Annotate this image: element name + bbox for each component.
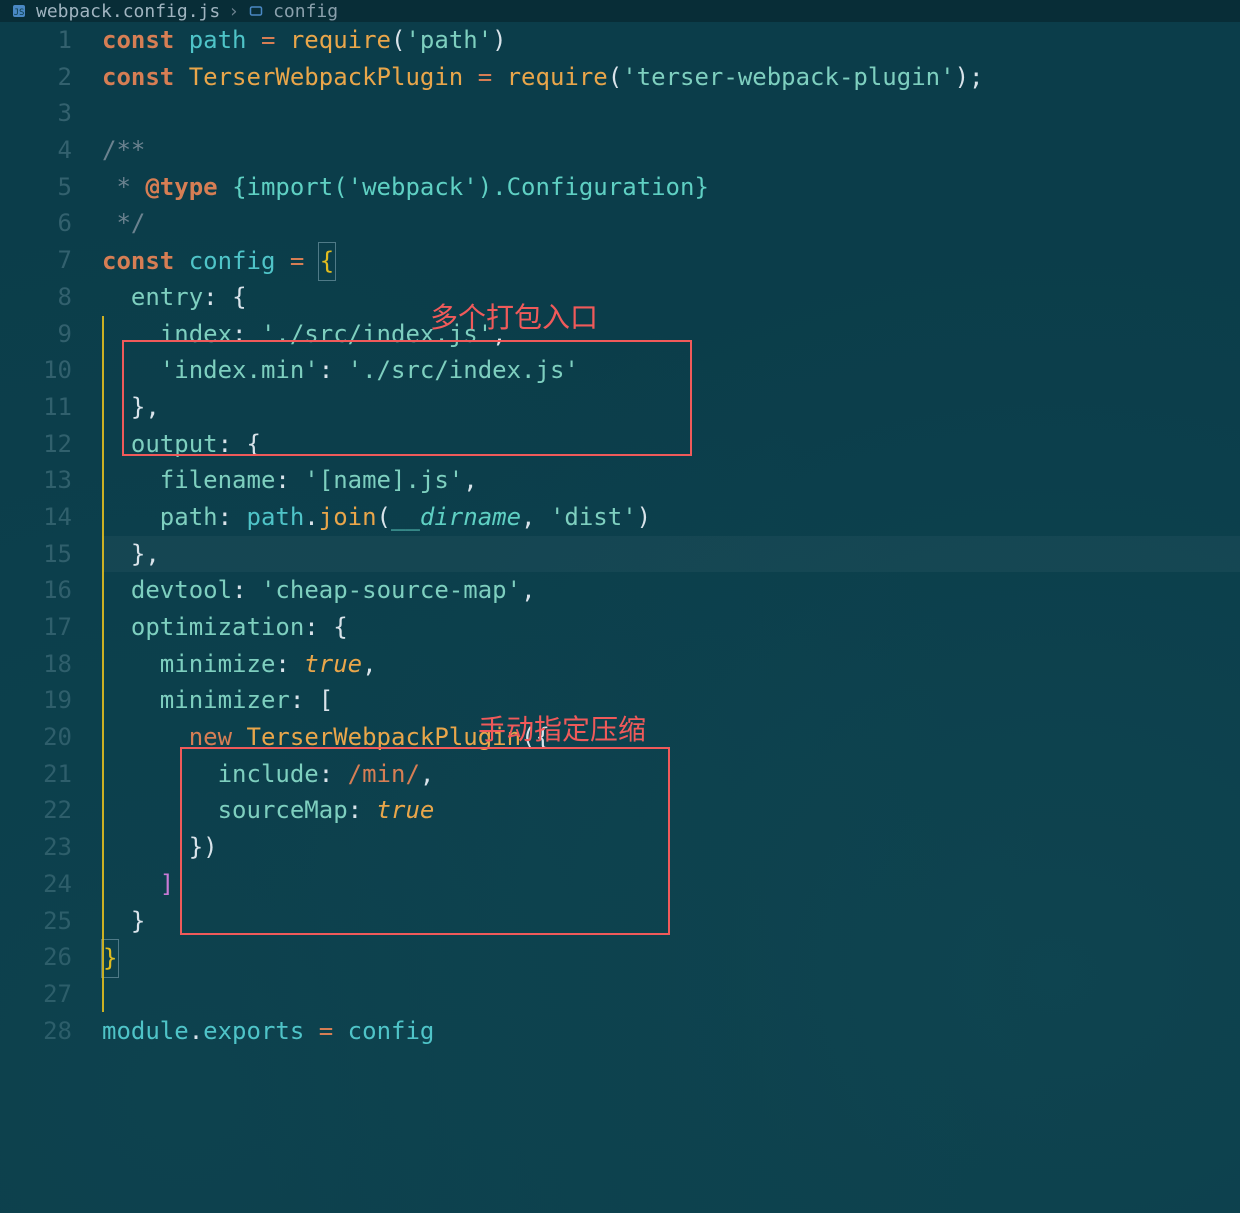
code-line[interactable]: }) (102, 829, 1240, 866)
breadcrumb-file[interactable]: webpack.config.js (36, 1, 220, 22)
line-number: 24 (0, 866, 72, 903)
code-line[interactable]: } (102, 939, 1240, 976)
line-number: 1 (0, 22, 72, 59)
code-line[interactable]: const path = require('path') (102, 22, 1240, 59)
code-line[interactable]: }, (102, 389, 1240, 426)
code-area[interactable]: const path = require('path')const Terser… (90, 22, 1240, 1213)
line-number: 6 (0, 205, 72, 242)
line-number: 20 (0, 719, 72, 756)
code-line[interactable]: module.exports = config (102, 1013, 1240, 1050)
line-number: 27 (0, 976, 72, 1013)
line-number: 22 (0, 792, 72, 829)
line-number: 17 (0, 609, 72, 646)
code-line[interactable]: 'index.min': './src/index.js' (102, 352, 1240, 389)
code-line[interactable]: */ (102, 205, 1240, 242)
code-line[interactable]: sourceMap: true (102, 792, 1240, 829)
breadcrumb-separator: › (228, 1, 239, 22)
file-js-icon: JS (10, 2, 28, 20)
code-line[interactable]: devtool: 'cheap-source-map', (102, 572, 1240, 609)
line-number: 14 (0, 499, 72, 536)
breadcrumb-symbol[interactable]: config (273, 1, 338, 22)
line-number: 26 (0, 939, 72, 976)
line-number: 2 (0, 59, 72, 96)
line-number: 15 (0, 536, 72, 573)
code-line[interactable]: }, (102, 536, 1240, 573)
breadcrumb[interactable]: JS webpack.config.js › config (0, 0, 1240, 22)
line-number: 19 (0, 682, 72, 719)
bracket-guide (102, 316, 104, 1012)
line-number: 5 (0, 169, 72, 206)
line-number: 3 (0, 95, 72, 132)
line-number: 18 (0, 646, 72, 683)
code-line[interactable]: filename: '[name].js', (102, 462, 1240, 499)
code-line[interactable]: const TerserWebpackPlugin = require('ter… (102, 59, 1240, 96)
code-line[interactable]: include: /min/, (102, 756, 1240, 793)
code-line[interactable]: const config = { (102, 242, 1240, 279)
line-number: 12 (0, 426, 72, 463)
code-line[interactable]: optimization: { (102, 609, 1240, 646)
code-line[interactable]: } (102, 903, 1240, 940)
code-line[interactable]: /** (102, 132, 1240, 169)
line-number: 11 (0, 389, 72, 426)
symbol-variable-icon (247, 2, 265, 20)
line-number: 13 (0, 462, 72, 499)
code-line[interactable]: * @type {import('webpack').Configuration… (102, 169, 1240, 206)
line-number: 23 (0, 829, 72, 866)
code-line[interactable]: new TerserWebpackPlugin({ (102, 719, 1240, 756)
code-editor[interactable]: 1234567891011121314151617181920212223242… (0, 22, 1240, 1213)
line-number: 8 (0, 279, 72, 316)
code-line[interactable]: index: './src/index.js', (102, 316, 1240, 353)
line-number: 9 (0, 316, 72, 353)
line-number: 4 (0, 132, 72, 169)
line-number: 16 (0, 572, 72, 609)
code-line[interactable]: minimizer: [ (102, 682, 1240, 719)
code-line[interactable] (102, 95, 1240, 132)
code-line[interactable]: path: path.join(__dirname, 'dist') (102, 499, 1240, 536)
line-number: 10 (0, 352, 72, 389)
line-number: 7 (0, 242, 72, 279)
code-line[interactable] (102, 976, 1240, 1013)
line-number: 21 (0, 756, 72, 793)
code-line[interactable]: entry: { (102, 279, 1240, 316)
line-number: 25 (0, 903, 72, 940)
line-number: 28 (0, 1013, 72, 1050)
svg-text:JS: JS (14, 8, 25, 18)
line-number-gutter: 1234567891011121314151617181920212223242… (0, 22, 90, 1213)
code-line[interactable]: minimize: true, (102, 646, 1240, 683)
code-line[interactable]: ] (102, 866, 1240, 903)
code-line[interactable]: output: { (102, 426, 1240, 463)
